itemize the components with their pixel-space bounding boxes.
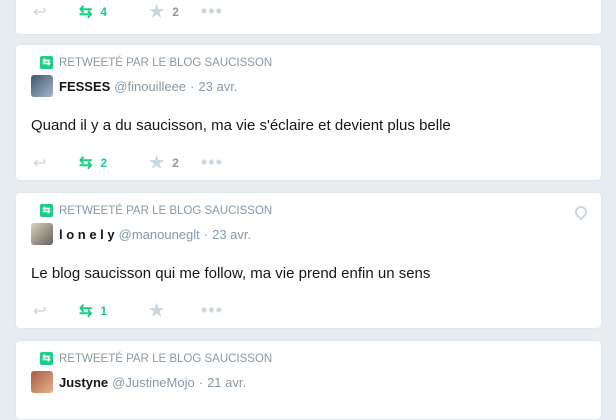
retweet-icon: ⇆ bbox=[79, 302, 93, 320]
retweet-button[interactable]: ⇆ 2 bbox=[79, 153, 149, 173]
tweet-header: FESSES @finouilleee · 23 avr. bbox=[31, 75, 237, 97]
tweet-actions: ↩ ⇆ 2 ★ 2 ••• bbox=[33, 152, 223, 173]
like-count: 2 bbox=[172, 155, 179, 170]
tweet-text: Le blog saucisson qui me follow, ma vie … bbox=[31, 265, 431, 282]
tweet-date[interactable]: 23 avr. bbox=[212, 227, 251, 242]
reply-button[interactable]: ↩ bbox=[33, 2, 79, 22]
tweet-card[interactable]: ⇆ RETWEETÉ PAR LE BLOG SAUCISSON FESSES … bbox=[15, 44, 602, 181]
retweet-icon: ⇆ bbox=[79, 154, 93, 172]
star-icon: ★ bbox=[149, 300, 165, 320]
like-count: 2 bbox=[172, 4, 179, 19]
reply-button[interactable]: ↩ bbox=[33, 153, 79, 173]
reply-button[interactable]: ↩ bbox=[33, 301, 79, 321]
more-icon: ••• bbox=[201, 1, 223, 21]
star-icon: ★ bbox=[149, 152, 165, 172]
more-icon: ••• bbox=[201, 300, 223, 320]
username[interactable]: @JustineMojo bbox=[112, 375, 195, 390]
separator: · bbox=[203, 226, 209, 242]
like-button[interactable]: ★ bbox=[149, 301, 201, 321]
retweet-button[interactable]: ⇆ 4 bbox=[79, 2, 149, 22]
display-name[interactable]: Justyne bbox=[59, 375, 108, 390]
retweet-icon: ⇆ bbox=[79, 3, 93, 21]
tweet-header: Justyne @JustineMojo · 21 avr. bbox=[31, 371, 246, 393]
tweet-card[interactable]: ↩ ⇆ 4 ★ 2 ••• bbox=[15, 0, 602, 35]
avatar[interactable] bbox=[31, 75, 53, 97]
star-icon: ★ bbox=[149, 1, 165, 21]
tweet-text: Quand il y a du saucisson, ma vie s'écla… bbox=[31, 117, 451, 134]
more-button[interactable]: ••• bbox=[201, 300, 223, 321]
tweet-card[interactable]: ⇆ RETWEETÉ PAR LE BLOG SAUCISSON l o n e… bbox=[15, 192, 602, 329]
retweet-context-label: RETWEETÉ PAR LE BLOG SAUCISSON bbox=[59, 204, 273, 217]
reply-icon: ↩ bbox=[33, 3, 47, 21]
tweet-actions: ↩ ⇆ 1 ★ ••• bbox=[33, 300, 223, 321]
retweet-context: ⇆ RETWEETÉ PAR LE BLOG SAUCISSON bbox=[40, 352, 272, 365]
retweet-badge-icon: ⇆ bbox=[40, 352, 53, 365]
username[interactable]: @manouneglt bbox=[119, 227, 200, 242]
retweet-count: 2 bbox=[100, 155, 108, 170]
reply-icon: ↩ bbox=[33, 154, 47, 172]
tweet-date[interactable]: 23 avr. bbox=[198, 79, 237, 94]
more-button[interactable]: ••• bbox=[201, 1, 223, 22]
retweet-context-label: RETWEETÉ PAR LE BLOG SAUCISSON bbox=[59, 56, 273, 69]
tweet-date[interactable]: 21 avr. bbox=[207, 375, 246, 390]
avatar[interactable] bbox=[31, 223, 53, 245]
username[interactable]: @finouilleee bbox=[114, 79, 186, 94]
retweet-context: ⇆ RETWEETÉ PAR LE BLOG SAUCISSON bbox=[40, 204, 272, 217]
like-button[interactable]: ★ 2 bbox=[149, 2, 201, 22]
more-icon: ••• bbox=[201, 152, 223, 172]
separator: · bbox=[190, 78, 195, 94]
retweet-badge-icon: ⇆ bbox=[40, 204, 53, 217]
display-name[interactable]: l o n e l y bbox=[59, 227, 115, 242]
tweet-header: l o n e l y @manouneglt · 23 avr. bbox=[31, 223, 251, 245]
retweet-badge-icon: ⇆ bbox=[40, 56, 53, 69]
retweet-button[interactable]: ⇆ 1 bbox=[79, 301, 149, 321]
avatar[interactable] bbox=[31, 371, 53, 393]
retweet-context-label: RETWEETÉ PAR LE BLOG SAUCISSON bbox=[59, 352, 273, 365]
retweet-context: ⇆ RETWEETÉ PAR LE BLOG SAUCISSON bbox=[40, 56, 272, 69]
retweet-count: 4 bbox=[100, 4, 108, 19]
more-button[interactable]: ••• bbox=[201, 152, 223, 173]
tweet-card[interactable]: ⇆ RETWEETÉ PAR LE BLOG SAUCISSON Justyne… bbox=[15, 340, 602, 420]
tweet-actions: ↩ ⇆ 4 ★ 2 ••• bbox=[33, 1, 223, 22]
retweet-count: 1 bbox=[100, 303, 108, 318]
like-button[interactable]: ★ 2 bbox=[149, 153, 201, 173]
display-name[interactable]: FESSES bbox=[59, 79, 110, 94]
reply-icon: ↩ bbox=[33, 302, 47, 320]
location-pin-icon[interactable] bbox=[572, 203, 590, 221]
separator: · bbox=[198, 374, 204, 390]
